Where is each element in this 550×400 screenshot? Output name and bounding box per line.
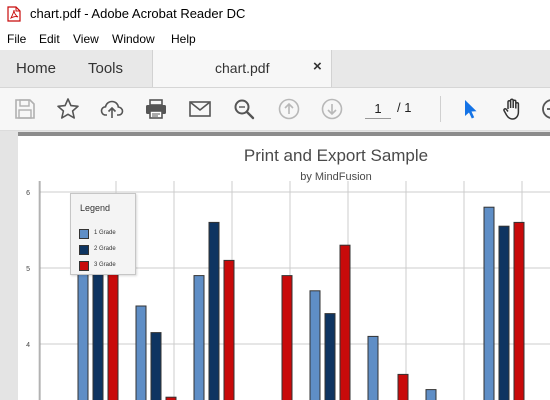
minus-circle-icon <box>542 99 550 119</box>
tab-document-label: chart.pdf <box>215 60 270 76</box>
bar-2-2 <box>150 332 162 400</box>
bar-2-8 <box>498 225 510 400</box>
hand-tool-button[interactable] <box>500 97 524 121</box>
bar-1-3 <box>193 275 205 400</box>
previous-page-button[interactable] <box>277 97 301 121</box>
envelope-icon <box>189 101 211 117</box>
find-button[interactable] <box>232 97 256 121</box>
share-upload-button[interactable] <box>100 97 124 121</box>
legend-label-2: 2 Grade <box>94 246 116 252</box>
save-icon <box>15 99 35 119</box>
bar-3-5 <box>339 244 351 400</box>
tab-tools[interactable]: Tools <box>88 60 123 77</box>
bar-1-6 <box>367 335 379 400</box>
legend-swatch-1 <box>79 229 89 239</box>
page-total: / 1 <box>397 100 412 115</box>
title-bar: chart.pdf - Adobe Acrobat Reader DC <box>0 0 550 28</box>
toolbar-divider <box>440 96 441 122</box>
legend-label-1: 1 Grade <box>94 230 116 236</box>
bar-3-3 <box>223 259 235 400</box>
acrobat-pdf-icon <box>7 6 21 22</box>
legend-swatch-3 <box>79 261 89 271</box>
bar-2-1 <box>92 267 104 400</box>
bar-3-8 <box>513 221 525 400</box>
chart-legend: Legend 1 Grade 2 Grade 3 Grade <box>70 193 136 275</box>
arrow-up-circle-icon <box>278 98 300 120</box>
zoom-out-button[interactable] <box>540 97 550 121</box>
y-tick-label: 6 <box>26 190 30 197</box>
print-button[interactable] <box>144 97 168 121</box>
toolbar: / 1 <box>0 88 550 131</box>
legend-label-3: 3 Grade <box>94 262 116 268</box>
menu-window[interactable]: Window <box>112 32 155 46</box>
bar-1-7 <box>425 389 437 400</box>
bar-1-5 <box>309 290 321 400</box>
y-tick-label: 5 <box>26 266 30 273</box>
select-tool-button[interactable] <box>458 97 482 121</box>
pointer-arrow-icon <box>465 100 477 119</box>
close-tab-icon[interactable]: × <box>313 58 322 75</box>
bar-2-5 <box>324 313 336 400</box>
next-page-button[interactable] <box>320 97 344 121</box>
window-title: chart.pdf - Adobe Acrobat Reader DC <box>30 6 246 21</box>
star-icon <box>57 98 79 119</box>
tab-home[interactable]: Home <box>16 60 56 77</box>
bar-3-6 <box>397 373 409 400</box>
search-icon <box>234 99 255 120</box>
bar-1-2 <box>135 305 147 400</box>
legend-title: Legend <box>80 203 111 213</box>
bar-3-4 <box>281 275 293 400</box>
pdf-page[interactable]: Print and Export Sample by MindFusion 65… <box>18 136 550 400</box>
tab-document[interactable]: chart.pdf × <box>152 50 332 87</box>
bar-1-8 <box>483 206 495 400</box>
menu-bar: File Edit View Window Help <box>0 29 550 49</box>
y-tick-label: 4 <box>26 342 30 349</box>
bar-1-1 <box>77 267 89 400</box>
bookmark-button[interactable] <box>56 97 80 121</box>
hand-icon <box>503 98 520 120</box>
page-number-input[interactable] <box>365 98 391 119</box>
email-button[interactable] <box>188 97 212 121</box>
cloud-upload-icon <box>100 100 124 118</box>
menu-view[interactable]: View <box>73 32 99 46</box>
arrow-down-circle-icon <box>321 98 343 120</box>
save-button[interactable] <box>13 97 37 121</box>
menu-help[interactable]: Help <box>171 32 196 46</box>
bar-2-3 <box>208 221 220 400</box>
tab-bar: Home Tools chart.pdf × <box>0 50 550 88</box>
menu-file[interactable]: File <box>7 32 26 46</box>
printer-icon <box>146 99 166 119</box>
menu-edit[interactable]: Edit <box>39 32 60 46</box>
legend-swatch-2 <box>79 245 89 255</box>
